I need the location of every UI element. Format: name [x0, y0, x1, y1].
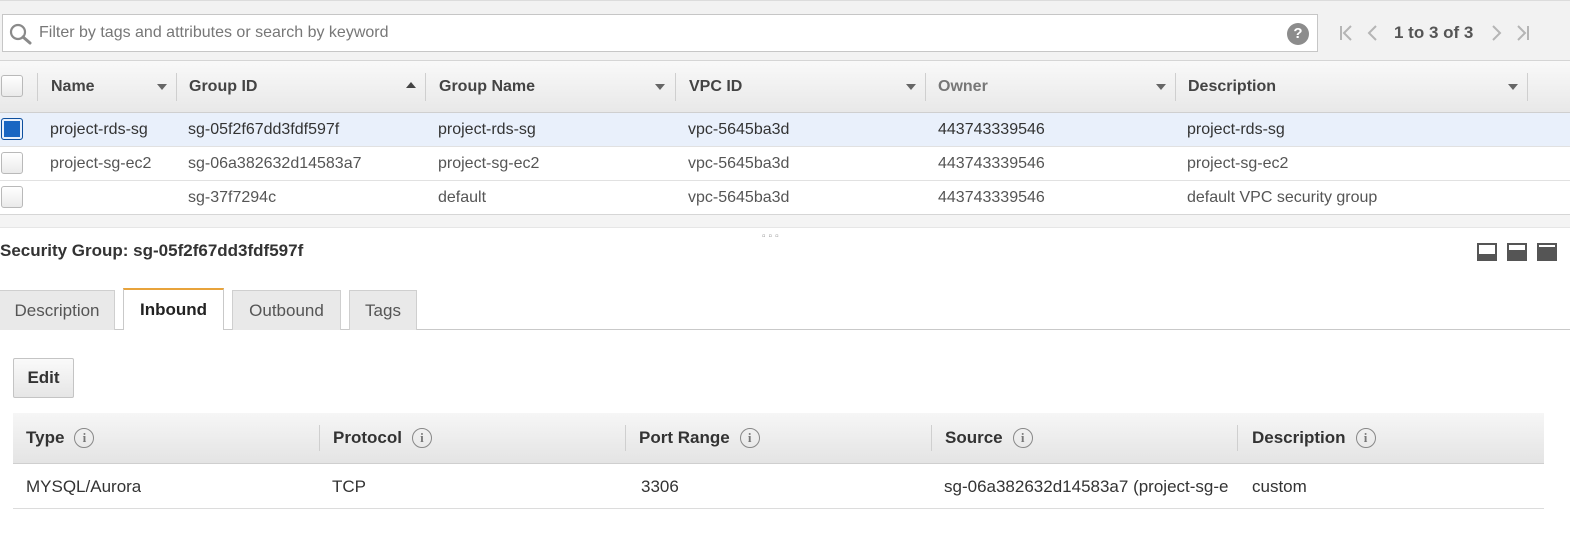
filter-toolbar: ? 1 to 3 of 3 — [0, 0, 1570, 60]
column-header-rule-description-label: Description — [1252, 428, 1346, 447]
table-footer-divider — [0, 214, 1570, 228]
cell-owner: 443743339546 — [938, 155, 1045, 172]
security-groups-table-header: Name Group ID Group Name VPC ID Owner De… — [0, 60, 1570, 113]
cell-vpc-id: vpc-5645ba3d — [688, 121, 790, 138]
cell-group-id: sg-37f7294c — [188, 189, 277, 206]
select-all-checkbox[interactable] — [1, 75, 23, 97]
cell-description: default VPC security group — [1187, 189, 1378, 206]
pane-medium-icon[interactable] — [1507, 243, 1527, 261]
pagination-label: 1 to 3 of 3 — [1394, 23, 1474, 42]
info-icon[interactable]: i — [1355, 428, 1376, 448]
column-header-type-label: Type — [26, 428, 65, 447]
cell-rule-port-range: 3306 — [641, 477, 679, 496]
cell-group-name: project-rds-sg — [438, 121, 536, 138]
column-header-protocol-label: Protocol — [333, 428, 402, 447]
cell-name: project-sg-ec2 — [50, 155, 152, 172]
sort-caret-icon[interactable] — [655, 84, 665, 90]
cell-description: project-rds-sg — [1187, 121, 1285, 138]
table-row[interactable]: project-sg-ec2 sg-06a382632d14583a7 proj… — [0, 147, 1570, 181]
cell-rule-description: custom — [1252, 477, 1307, 496]
column-header-source-label: Source — [945, 428, 1003, 447]
detail-pane-title: Security Group: sg-05f2f67dd3fdf597f — [0, 241, 304, 260]
info-icon[interactable]: i — [1012, 428, 1033, 448]
column-header-owner[interactable]: Owner — [938, 61, 988, 113]
info-icon[interactable]: i — [739, 428, 760, 448]
tab-tags[interactable]: Tags — [349, 290, 417, 330]
column-header-name[interactable]: Name — [51, 61, 95, 113]
last-page-icon[interactable] — [1509, 19, 1535, 47]
sort-caret-icon[interactable] — [906, 84, 916, 90]
search-icon — [9, 23, 32, 45]
cell-rule-protocol: TCP — [332, 477, 366, 496]
cell-vpc-id: vpc-5645ba3d — [688, 155, 790, 172]
cell-owner: 443743339546 — [938, 189, 1045, 206]
cell-group-id: sg-05f2f67dd3fdf597f — [188, 121, 340, 138]
column-header-protocol: Protocol i — [333, 413, 432, 463]
sort-caret-icon[interactable] — [1508, 84, 1518, 90]
sort-caret-icon[interactable] — [1156, 84, 1166, 90]
sort-caret-icon[interactable] — [157, 84, 167, 90]
filter-search-box[interactable]: ? — [2, 14, 1318, 52]
row-checkbox[interactable] — [1, 152, 23, 174]
column-header-description[interactable]: Description — [1188, 61, 1276, 113]
cell-owner: 443743339546 — [938, 121, 1045, 138]
sort-ascending-icon[interactable] — [406, 82, 416, 88]
column-header-rule-description: Description i — [1252, 413, 1376, 463]
cell-description: project-sg-ec2 — [1187, 155, 1289, 172]
cell-name: project-rds-sg — [50, 121, 148, 138]
next-page-icon[interactable] — [1483, 19, 1509, 47]
column-header-group-id[interactable]: Group ID — [189, 61, 257, 113]
pane-size-controls — [1477, 243, 1557, 261]
tab-inbound[interactable]: Inbound — [123, 288, 224, 330]
cell-group-id: sg-06a382632d14583a7 — [188, 155, 362, 172]
help-icon[interactable]: ? — [1287, 23, 1309, 45]
cell-group-name: default — [438, 189, 487, 206]
inbound-rules-header: Type i Protocol i Port Range i Source i … — [13, 413, 1544, 464]
column-header-port-range-label: Port Range — [639, 428, 730, 447]
info-icon[interactable]: i — [74, 428, 95, 448]
info-icon[interactable]: i — [411, 428, 432, 448]
inbound-rule-row: MYSQL/Aurora TCP 3306 sg-06a382632d14583… — [13, 465, 1544, 509]
pagination: 1 to 3 of 3 — [1334, 19, 1535, 47]
column-header-vpc-id[interactable]: VPC ID — [689, 61, 742, 113]
column-header-source: Source i — [945, 413, 1033, 463]
cell-rule-source: sg-06a382632d14583a7 (project-sg-e — [944, 477, 1229, 496]
tab-description[interactable]: Description — [0, 290, 115, 330]
table-row[interactable]: project-rds-sg sg-05f2f67dd3fdf597f proj… — [0, 113, 1570, 147]
table-row[interactable]: sg-37f7294c default vpc-5645ba3d 4437433… — [0, 181, 1570, 215]
cell-vpc-id: vpc-5645ba3d — [688, 189, 790, 206]
cell-rule-type: MYSQL/Aurora — [26, 477, 142, 496]
filter-search-input[interactable] — [39, 21, 1279, 45]
pane-large-icon[interactable] — [1537, 243, 1557, 261]
first-page-icon[interactable] — [1334, 19, 1360, 47]
detail-tabs: Description Inbound Outbound Tags — [0, 288, 1570, 330]
column-header-type: Type i — [26, 413, 95, 463]
edit-button[interactable]: Edit — [13, 358, 74, 398]
cell-group-name: project-sg-ec2 — [438, 155, 540, 172]
resize-grip-icon[interactable]: ▫▫▫ — [762, 231, 782, 242]
column-header-port-range: Port Range i — [639, 413, 760, 463]
row-checkbox[interactable] — [1, 186, 23, 208]
pane-small-icon[interactable] — [1477, 243, 1497, 261]
column-header-group-name[interactable]: Group Name — [439, 61, 535, 113]
previous-page-icon[interactable] — [1360, 19, 1386, 47]
tab-outbound[interactable]: Outbound — [232, 290, 341, 330]
row-checkbox[interactable] — [1, 118, 23, 140]
